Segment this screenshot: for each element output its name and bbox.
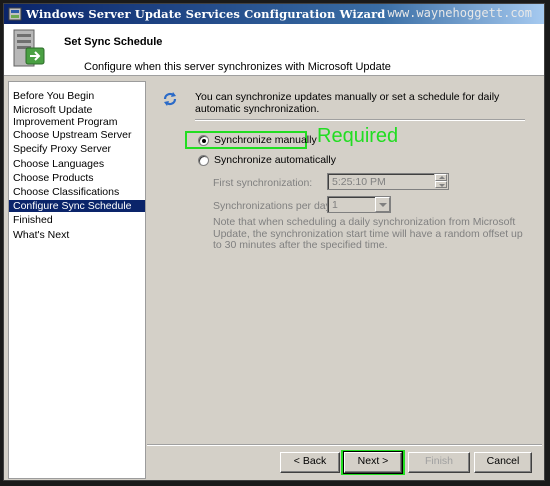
server-update-icon [13,29,45,67]
footer-divider [147,444,542,446]
per-day-label: Synchronizations per day: [213,200,334,212]
nav-item-choose-classifications[interactable]: Choose Classifications [9,186,145,198]
nav-item-configure-sync-schedule[interactable]: Configure Sync Schedule [9,200,145,212]
first-sync-time-picker[interactable]: 5:25:10 PM [327,173,449,190]
wizard-steps-nav: Before You Begin Microsoft Update Improv… [8,81,146,479]
nav-item-whats-next[interactable]: What's Next [9,229,145,241]
window-title: Windows Server Update Services Configura… [26,7,386,21]
section-divider [195,119,525,121]
intro-text: You can synchronize updates manually or … [195,91,500,115]
spin-down-icon[interactable] [435,181,447,188]
chevron-down-icon[interactable] [375,197,390,212]
wsus-app-icon [8,7,22,21]
back-button[interactable]: < Back [280,452,340,473]
synchronize-manually-label[interactable]: Synchronize manually [214,134,317,146]
next-button[interactable]: Next > [343,451,403,474]
nav-item-choose-upstream-server[interactable]: Choose Upstream Server [9,129,145,141]
first-sync-time-value: 5:25:10 PM [332,176,386,188]
page-subtitle: Configure when this server synchronizes … [84,61,391,73]
title-bar[interactable]: Windows Server Update Services Configura… [4,4,544,24]
screenshot-frame: Windows Server Update Services Configura… [0,0,550,486]
nav-item-choose-languages[interactable]: Choose Languages [9,158,145,170]
time-spinner[interactable] [434,174,448,189]
nav-item-specify-proxy-server[interactable]: Specify Proxy Server [9,143,145,155]
sync-schedule-panel: You can synchronize updates manually or … [147,81,542,446]
finish-button[interactable]: Finish [408,452,470,473]
schedule-note: Note that when scheduling a daily synchr… [213,216,523,251]
synchronize-automatically-radio[interactable] [198,155,209,166]
synchronize-automatically-label[interactable]: Synchronize automatically [214,154,336,166]
spin-up-icon[interactable] [435,174,447,181]
watermark-text: www.waynehoggett.com [387,6,533,20]
sync-arrows-icon [163,92,177,106]
synchronize-manually-radio[interactable] [198,135,209,146]
cancel-button[interactable]: Cancel [474,452,532,473]
wizard-window: Windows Server Update Services Configura… [3,3,545,481]
per-day-select[interactable]: 1 [327,196,391,213]
nav-item-choose-products[interactable]: Choose Products [9,172,145,184]
per-day-value: 1 [332,199,338,211]
page-title: Set Sync Schedule [64,36,163,48]
required-annotation: Required [317,125,399,147]
nav-item-before-you-begin[interactable]: Before You Begin [9,90,145,102]
nav-item-microsoft-update-improvement[interactable]: Microsoft Update Improvement Program [9,104,145,128]
wizard-header: Set Sync Schedule Configure when this se… [4,24,544,76]
first-sync-label: First synchronization: [213,177,313,189]
nav-item-finished[interactable]: Finished [9,214,145,226]
